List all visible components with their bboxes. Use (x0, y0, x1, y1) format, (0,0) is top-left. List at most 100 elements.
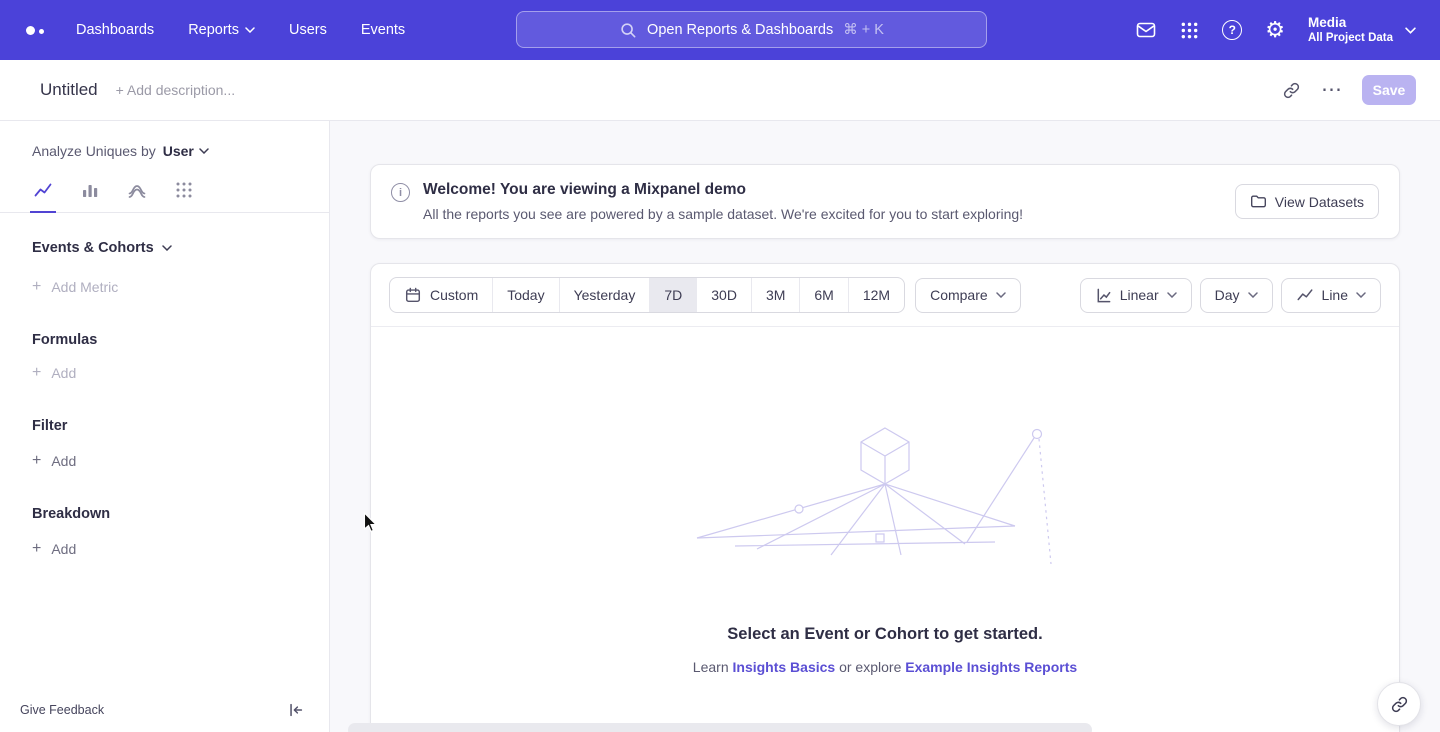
app-root: Dashboards Reports Users Events Open Rep… (0, 0, 1440, 732)
add-formula-label: Add (51, 365, 76, 381)
empty-state-title: Select an Event or Cohort to get started… (371, 625, 1399, 644)
filter-label: Filter (32, 418, 67, 434)
filter-section: Filter (0, 418, 329, 434)
more-options-icon[interactable]: ⋯ (1321, 84, 1342, 97)
dots-grid-icon (174, 180, 194, 200)
plus-icon: + (32, 365, 41, 381)
events-cohorts-section[interactable]: Events & Cohorts (0, 240, 329, 256)
chart-type-dropdown[interactable]: Line (1281, 278, 1381, 313)
add-filter-label: Add (51, 453, 76, 469)
bar-chart-icon (80, 180, 100, 200)
copy-link-icon[interactable] (1282, 81, 1301, 100)
compare-button[interactable]: Compare (915, 278, 1021, 313)
nav-users[interactable]: Users (289, 22, 327, 38)
scale-dropdown[interactable]: Linear (1080, 278, 1192, 313)
logo-dot-large (26, 26, 35, 35)
nav-events[interactable]: Events (361, 22, 405, 38)
add-breakdown-button[interactable]: + Add (0, 541, 329, 557)
tab-line-chart[interactable] (33, 180, 53, 212)
main-content: i Welcome! You are viewing a Mixpanel de… (330, 121, 1440, 732)
toolbar-right-controls: Linear Day Line (1080, 278, 1381, 313)
apps-grid-icon[interactable] (1180, 21, 1199, 40)
welcome-banner: i Welcome! You are viewing a Mixpanel de… (370, 164, 1400, 239)
add-formula-button[interactable]: + Add (0, 365, 329, 381)
formulas-label: Formulas (32, 332, 97, 348)
plus-icon: + (32, 279, 41, 295)
analyze-row: Analyze Uniques by User (0, 121, 329, 159)
scale-label: Linear (1120, 287, 1159, 303)
add-filter-button[interactable]: + Add (0, 453, 329, 469)
collapse-sidebar-icon[interactable] (287, 701, 305, 719)
line-chart-icon (33, 180, 53, 200)
range-30d[interactable]: 30D (696, 278, 751, 312)
breakdown-label: Breakdown (32, 506, 110, 522)
interval-dropdown[interactable]: Day (1200, 278, 1273, 313)
messages-icon[interactable] (1135, 19, 1157, 41)
insights-basics-link[interactable]: Insights Basics (733, 659, 836, 675)
add-description-field[interactable]: + Add description... (116, 82, 235, 98)
linear-scale-icon (1095, 287, 1112, 304)
metric-type-tabs (0, 180, 329, 213)
empty-state-links: Learn Insights Basics or explore Example… (371, 659, 1399, 675)
view-datasets-button[interactable]: View Datasets (1235, 184, 1379, 219)
chevron-down-icon (996, 292, 1006, 298)
mixpanel-logo[interactable] (10, 26, 60, 35)
nav-reports-label: Reports (188, 22, 239, 38)
range-custom-label: Custom (430, 287, 478, 303)
chevron-down-icon (162, 245, 172, 251)
gear-icon[interactable]: ⚙ (1265, 19, 1285, 41)
chart-type-label: Line (1322, 287, 1348, 303)
range-yesterday[interactable]: Yesterday (559, 278, 650, 312)
add-metric-button[interactable]: + Add Metric (0, 279, 329, 295)
tab-flow[interactable] (127, 180, 147, 212)
query-builder-sidebar: Analyze Uniques by User Events & Cohorts (0, 121, 330, 732)
analyze-by-dropdown[interactable]: User (163, 143, 209, 159)
help-icon[interactable]: ? (1222, 20, 1242, 40)
chevron-down-icon (245, 27, 255, 33)
plus-icon: + (32, 453, 41, 469)
give-feedback-link[interactable]: Give Feedback (20, 703, 104, 717)
logo-dot-small (39, 29, 44, 34)
add-metric-label: Add Metric (51, 279, 118, 295)
share-link-fab[interactable] (1377, 682, 1421, 726)
interval-label: Day (1215, 287, 1240, 303)
report-toolbar: Custom Today Yesterday 7D 30D 3M 6M 12M … (371, 264, 1399, 327)
chevron-down-icon (1167, 292, 1177, 298)
breakdown-section: Breakdown (0, 506, 329, 522)
report-title[interactable]: Untitled (40, 80, 98, 100)
plus-icon: + (32, 541, 41, 557)
date-range-segmented-control: Custom Today Yesterday 7D 30D 3M 6M 12M (389, 277, 905, 313)
top-navbar: Dashboards Reports Users Events Open Rep… (0, 0, 1440, 60)
range-custom[interactable]: Custom (390, 278, 492, 312)
global-search-bar[interactable]: Open Reports & Dashboards ⌘ + K (516, 11, 987, 48)
empty-state-illustration (695, 422, 1075, 572)
nav-dashboards[interactable]: Dashboards (76, 22, 154, 38)
search-placeholder: Open Reports & Dashboards (647, 22, 833, 38)
flow-curves-icon (127, 180, 147, 200)
tab-dots-grid[interactable] (174, 180, 194, 212)
sidebar-footer: Give Feedback (0, 694, 329, 732)
project-name: Media (1308, 14, 1393, 32)
empty-state: Select an Event or Cohort to get started… (371, 327, 1399, 675)
nav-reports[interactable]: Reports (188, 22, 255, 38)
primary-nav: Dashboards Reports Users Events (76, 22, 405, 38)
range-6m[interactable]: 6M (799, 278, 847, 312)
range-today[interactable]: Today (492, 278, 558, 312)
horizontal-scrollbar[interactable] (348, 723, 1092, 732)
compare-label: Compare (930, 287, 988, 303)
learn-text: Learn (693, 659, 729, 675)
view-datasets-label: View Datasets (1275, 194, 1364, 210)
project-chevron-down-icon[interactable] (1405, 21, 1416, 39)
banner-title: Welcome! You are viewing a Mixpanel demo (423, 181, 1023, 199)
range-7d[interactable]: 7D (649, 278, 696, 312)
project-switcher[interactable]: Media All Project Data (1308, 14, 1393, 46)
analyze-by-value: User (163, 143, 194, 159)
tab-bar-chart[interactable] (80, 180, 100, 212)
banner-text: Welcome! You are viewing a Mixpanel demo… (423, 181, 1023, 222)
save-button[interactable]: Save (1362, 75, 1416, 105)
range-12m[interactable]: 12M (848, 278, 904, 312)
or-explore-text: or explore (839, 659, 901, 675)
range-3m[interactable]: 3M (751, 278, 799, 312)
example-insights-reports-link[interactable]: Example Insights Reports (905, 659, 1077, 675)
chevron-down-icon (1248, 292, 1258, 298)
